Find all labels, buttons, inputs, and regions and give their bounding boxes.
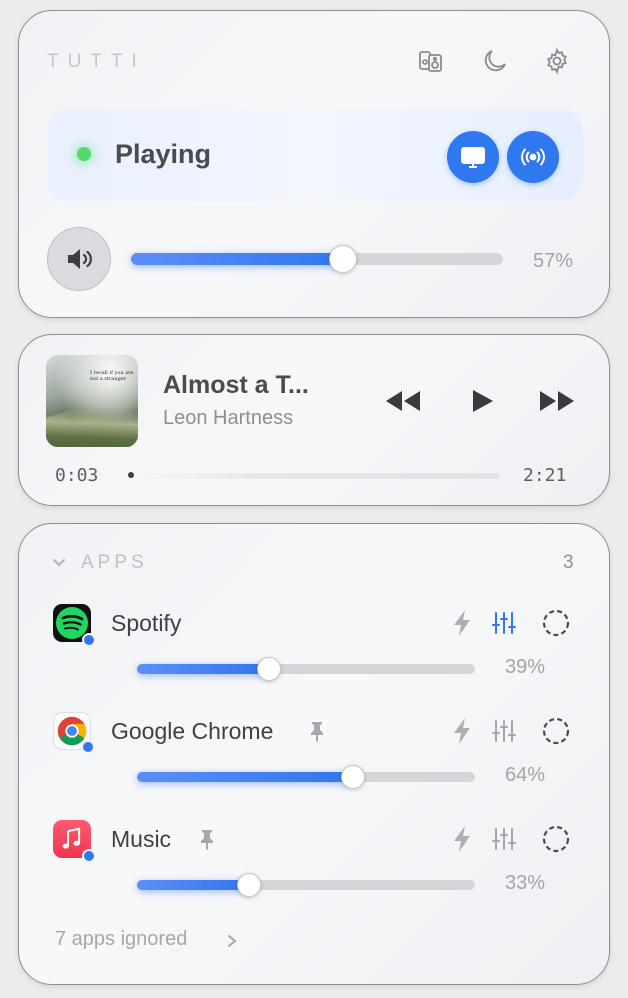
app-name: Google Chrome <box>111 718 274 744</box>
collapse-chevron-icon[interactable] <box>51 556 67 568</box>
gear-icon[interactable] <box>543 47 571 75</box>
apps-count: 3 <box>563 552 574 573</box>
mute-button[interactable] <box>47 227 111 291</box>
audio-devices-icon[interactable] <box>417 47 445 75</box>
master-volume-fill <box>131 253 344 265</box>
play-button[interactable] <box>469 387 495 415</box>
master-volume-percent: 57% <box>533 250 574 272</box>
active-badge <box>81 740 95 754</box>
speaker-icon <box>68 249 92 269</box>
app-volume-percent: 33% <box>505 872 546 894</box>
equalizer-icon[interactable] <box>491 610 517 636</box>
equalizer-icon[interactable] <box>491 826 517 852</box>
now-playing-card: I recall if you are not a stranger Almos… <box>18 334 610 506</box>
apps-card: APPS 3 Spotify 39% Google Chrome 64% Mus… <box>18 523 610 985</box>
fast-forward-icon <box>540 391 574 411</box>
app-volume-percent: 64% <box>505 764 546 786</box>
display-icon <box>461 147 485 168</box>
chrome-icon <box>53 712 95 754</box>
app-row-music: Music 33% <box>19 820 611 920</box>
app-name: Music <box>111 826 172 852</box>
bolt-icon[interactable] <box>451 824 473 854</box>
app-row-google-chrome: Google Chrome 64% <box>19 712 611 812</box>
status-label: Playing <box>115 139 212 169</box>
app-volume-knob[interactable] <box>236 873 261 897</box>
album-art[interactable]: I recall if you are not a stranger <box>46 355 138 447</box>
app-volume-slider[interactable] <box>137 873 475 897</box>
app-volume-fill <box>137 772 354 782</box>
app-volume-slider[interactable] <box>137 657 475 681</box>
equalizer-icon[interactable] <box>491 718 517 744</box>
status-panel: Playing <box>47 109 583 201</box>
app-volume-percent: 39% <box>505 656 546 678</box>
app-volume-fill <box>137 664 269 674</box>
fast-forward-button[interactable] <box>537 387 577 415</box>
app-name: Spotify <box>111 610 182 636</box>
display-output-button[interactable] <box>447 131 499 183</box>
pin-icon[interactable] <box>197 828 217 850</box>
app-volume-knob[interactable] <box>256 657 281 681</box>
track-artist: Leon Hartness <box>163 407 294 429</box>
track-title: Almost a T... <box>163 371 309 399</box>
moon-icon[interactable] <box>481 47 509 75</box>
music-icon <box>53 820 96 863</box>
app-volume-knob[interactable] <box>341 765 366 789</box>
play-icon <box>473 390 493 412</box>
master-volume-slider[interactable] <box>131 245 503 273</box>
playback-position-dot[interactable] <box>128 472 134 478</box>
status-indicator <box>77 147 91 161</box>
app-volume-slider[interactable] <box>137 765 475 789</box>
master-volume-knob[interactable] <box>329 245 358 273</box>
app-volume-fill <box>137 880 249 890</box>
airplay-broadcast-icon <box>521 148 545 166</box>
app-row-spotify: Spotify 39% <box>19 604 611 704</box>
chevron-right-icon[interactable] <box>227 934 237 948</box>
pin-icon[interactable] <box>307 720 327 742</box>
broadcast-output-button[interactable] <box>507 131 559 183</box>
app-brand: TUTTI <box>47 51 146 72</box>
elapsed-time: 0:03 <box>55 465 99 486</box>
output-select-icon[interactable] <box>541 824 571 854</box>
output-card: TUTTI Playing 57% <box>18 10 610 318</box>
active-badge <box>82 633 96 647</box>
rewind-button[interactable] <box>383 387 423 415</box>
active-badge <box>82 849 96 863</box>
album-art-text: I recall if you are not a stranger <box>90 370 134 382</box>
rewind-icon <box>386 391 420 411</box>
total-time: 2:21 <box>523 465 567 486</box>
playback-progress[interactable] <box>128 472 499 479</box>
spotify-icon <box>53 604 96 647</box>
bolt-icon[interactable] <box>451 608 473 638</box>
bolt-icon[interactable] <box>451 716 473 746</box>
ignored-apps-link[interactable]: 7 apps ignored <box>55 928 187 951</box>
apps-section-title: APPS <box>81 552 148 573</box>
output-select-icon[interactable] <box>541 608 571 638</box>
output-select-icon[interactable] <box>541 716 571 746</box>
